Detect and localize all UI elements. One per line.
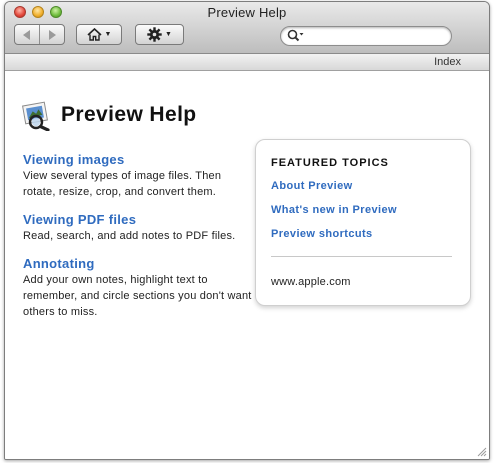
search-input[interactable] xyxy=(307,28,447,44)
topic-description: View several types of image files. Then … xyxy=(23,170,222,198)
chevron-down-icon: ▼ xyxy=(165,31,172,38)
home-icon xyxy=(86,28,102,41)
topic-description: Add your own notes, highlight text to re… xyxy=(23,274,252,318)
title-bar: Preview Help ▼ ▼ xyxy=(5,2,489,54)
page-header: Preview Help xyxy=(21,99,197,131)
home-menu-button[interactable]: ▼ xyxy=(76,24,122,45)
featured-link-whats-new[interactable]: What's new in Preview xyxy=(271,204,397,216)
featured-topics-heading: FEATURED TOPICS xyxy=(271,157,389,169)
apple-website-text: www.apple.com xyxy=(271,276,351,288)
topic-link-viewing-pdf-files[interactable]: Viewing PDF files xyxy=(23,212,253,227)
topic-item: Viewing PDF files Read, search, and add … xyxy=(23,212,253,244)
index-link[interactable]: Index xyxy=(434,56,461,68)
help-viewer-window: Preview Help ▼ ▼ Index Preview Help View… xyxy=(4,1,490,460)
search-icon xyxy=(287,29,304,42)
history-navigation xyxy=(14,24,65,45)
back-button[interactable] xyxy=(15,25,39,44)
divider xyxy=(271,256,452,257)
topic-link-annotating[interactable]: Annotating xyxy=(23,256,253,271)
featured-link-about-preview[interactable]: About Preview xyxy=(271,180,353,192)
topic-link-viewing-images[interactable]: Viewing images xyxy=(23,152,253,167)
topic-description: Read, search, and add notes to PDF files… xyxy=(23,230,236,242)
page-title: Preview Help xyxy=(61,103,197,126)
forward-arrow-icon xyxy=(49,29,56,40)
help-content: Preview Help Viewing images View several… xyxy=(5,72,489,459)
featured-link-shortcuts[interactable]: Preview shortcuts xyxy=(271,228,373,240)
topic-list: Viewing images View several types of ima… xyxy=(23,152,253,332)
topic-item: Annotating Add your own notes, highlight… xyxy=(23,256,253,320)
topic-item: Viewing images View several types of ima… xyxy=(23,152,253,200)
resize-grip-icon[interactable] xyxy=(476,446,487,457)
featured-topics-panel: FEATURED TOPICS About Preview What's new… xyxy=(255,139,471,306)
back-arrow-icon xyxy=(23,29,30,40)
gear-icon xyxy=(147,27,162,42)
chevron-down-icon: ▼ xyxy=(104,31,112,38)
preview-app-icon xyxy=(22,101,50,131)
search-field[interactable] xyxy=(280,26,452,46)
window-title: Preview Help xyxy=(207,5,287,20)
action-menu-button[interactable]: ▼ xyxy=(135,24,184,45)
forward-button[interactable] xyxy=(39,25,64,44)
index-bar: Index xyxy=(5,54,489,71)
